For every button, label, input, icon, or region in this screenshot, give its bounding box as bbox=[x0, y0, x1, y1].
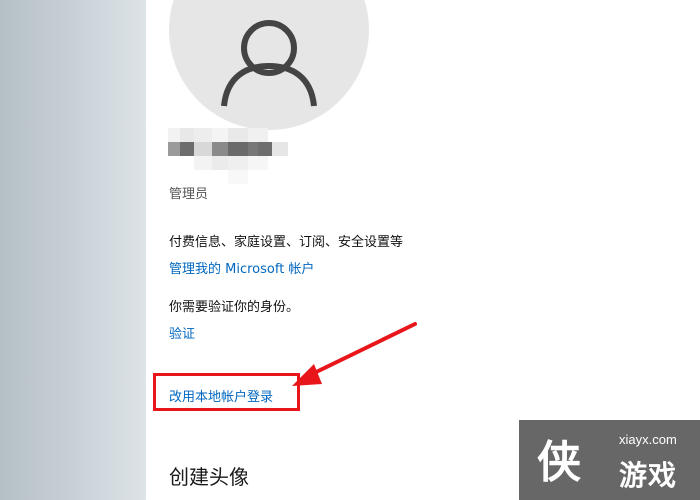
watermark-name: 游戏 bbox=[619, 459, 678, 492]
create-avatar-heading: 创建头像 bbox=[169, 465, 249, 489]
watermark-url: xiayx.com bbox=[619, 432, 677, 447]
watermark-logo: 侠 bbox=[537, 437, 581, 488]
site-watermark: 侠 xiayx.com 游戏 bbox=[519, 420, 700, 500]
